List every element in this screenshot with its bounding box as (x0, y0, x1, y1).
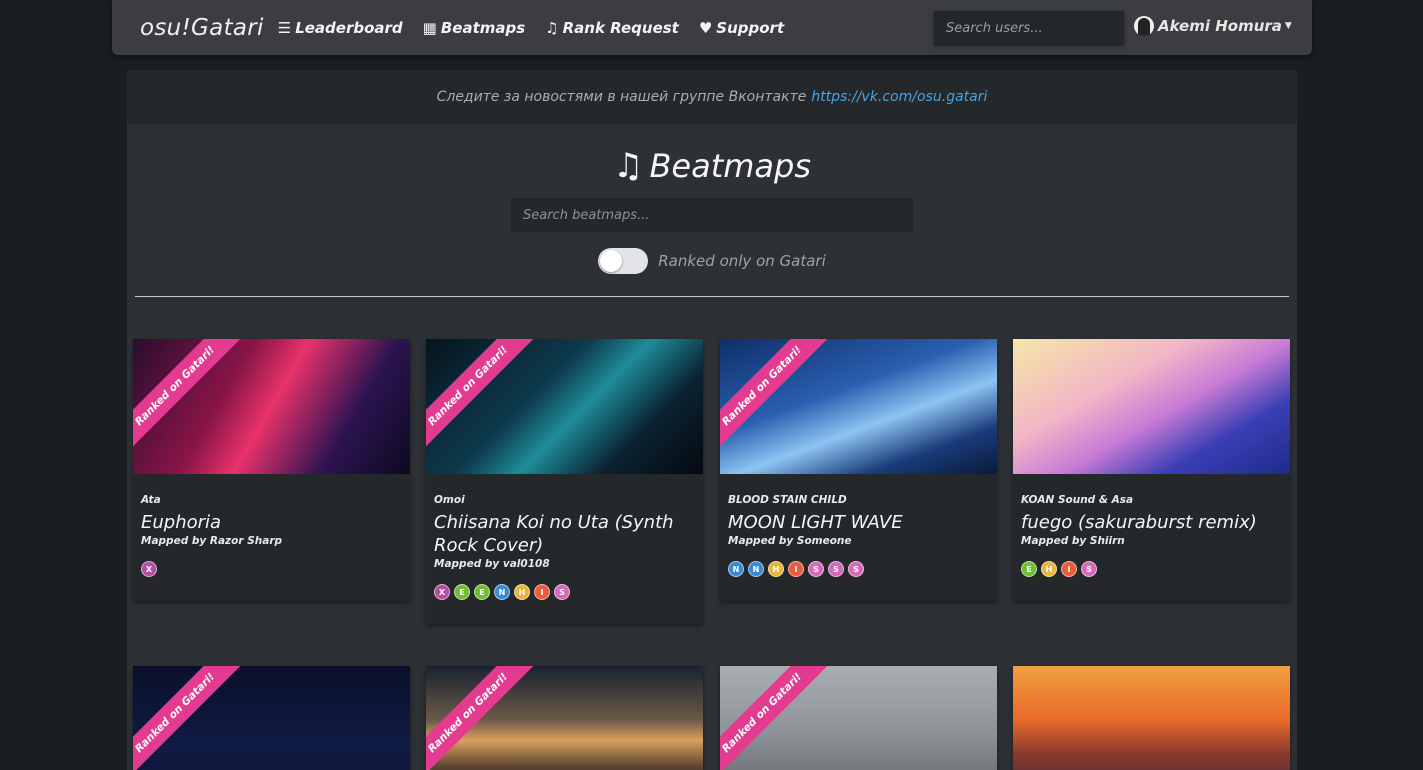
user-menu[interactable]: Akemi Homura ▼ (1134, 16, 1292, 36)
beatmap-search-input[interactable] (511, 198, 913, 232)
difficulty-icon[interactable]: I (534, 584, 550, 600)
page-title: ♫ Beatmaps (127, 146, 1297, 186)
beatmap-cover (1013, 666, 1290, 770)
ranked-ribbon: Ranked on Gatari! (133, 666, 241, 770)
difficulty-list: N N H I S S S (728, 561, 989, 577)
song-title: Euphoria (141, 512, 222, 533)
heart-icon: ♥ (698, 18, 713, 37)
nav-item-label: Rank Request (562, 18, 679, 37)
mapper: Mapped by val0108 (434, 558, 550, 570)
difficulty-list: X E E N H I S (434, 584, 695, 600)
beatmap-cover: Ranked on Gatari! (133, 666, 410, 770)
beatmap-cover (1013, 339, 1290, 474)
beatmap-cover: Ranked on Gatari! (426, 666, 703, 770)
nav-item-label: Leaderboard (295, 18, 403, 37)
difficulty-icon[interactable]: S (808, 561, 824, 577)
list-icon: ☰ (277, 18, 292, 37)
nav-item-label: Support (716, 18, 785, 37)
main-container: Следите за новостями в нашей группе Вкон… (127, 70, 1297, 770)
beatmap-card[interactable]: KOAN Sound & Asa fuego (sakuraburst remi… (1013, 339, 1290, 601)
toggle-knob (600, 250, 623, 272)
nav-menu: ☰ Leaderboard ▦ Beatmaps ♫ Rank Request … (278, 19, 804, 37)
difficulty-icon[interactable]: E (454, 584, 470, 600)
mapper: Mapped by Shiirn (1021, 535, 1125, 547)
song-title: MOON LIGHT WAVE (728, 512, 903, 533)
user-search-input[interactable] (934, 11, 1124, 45)
vk-link[interactable]: https://vk.com/osu.gatari (811, 89, 987, 105)
caret-down-icon: ▼ (1284, 21, 1292, 31)
nav-item-support[interactable]: ♥ Support (699, 19, 784, 37)
nav-item-beatmaps[interactable]: ▦ Beatmaps (423, 19, 526, 37)
beatmap-cover: Ranked on Gatari! (426, 339, 703, 474)
mapper: Mapped by Razor Sharp (141, 535, 283, 547)
difficulty-icon[interactable]: I (1061, 561, 1077, 577)
artist: KOAN Sound & Asa (1021, 494, 1134, 506)
difficulty-icon[interactable]: X (434, 584, 450, 600)
mapper: Mapped by Someone (728, 535, 852, 547)
beatmap-cover: Ranked on Gatari! (720, 339, 997, 474)
nav-item-label: Beatmaps (440, 18, 526, 37)
difficulty-icon[interactable]: H (514, 584, 530, 600)
ranked-filter: Ranked only on Gatari (127, 248, 1297, 274)
ranked-ribbon: Ranked on Gatari! (426, 339, 534, 452)
beatmap-cover: Ranked on Gatari! (720, 666, 997, 770)
beatmap-card[interactable]: Ranked on Gatari! (426, 666, 703, 770)
difficulty-icon[interactable]: N (748, 561, 764, 577)
beatmap-card[interactable]: Ranked on Gatari! Omoi Chiisana Koi no U… (426, 339, 703, 624)
difficulty-icon[interactable]: S (828, 561, 844, 577)
difficulty-list: X (141, 561, 402, 577)
difficulty-icon[interactable]: X (141, 561, 157, 577)
difficulty-list: E H I S (1021, 561, 1282, 577)
nav-item-rank-request[interactable]: ♫ Rank Request (545, 19, 679, 37)
difficulty-icon[interactable]: S (848, 561, 864, 577)
song-title: Chiisana Koi no Uta (Synth Rock Cover) (434, 512, 674, 556)
difficulty-icon[interactable]: S (1081, 561, 1097, 577)
song-title: fuego (sakuraburst remix) (1021, 512, 1257, 533)
artist: Omoi (434, 494, 465, 506)
brand-logo[interactable]: osu!Gatari (140, 15, 264, 41)
difficulty-icon[interactable]: I (788, 561, 804, 577)
ranked-ribbon: Ranked on Gatari! (720, 666, 828, 770)
ranked-ribbon: Ranked on Gatari! (133, 339, 241, 452)
top-navbar: osu!Gatari ☰ Leaderboard ▦ Beatmaps ♫ Ra… (112, 0, 1312, 55)
toggle-label: Ranked only on Gatari (658, 252, 826, 270)
beatmap-card[interactable]: Ranked on Gatari! BLOOD STAIN CHILD MOON… (720, 339, 997, 601)
nav-item-leaderboard[interactable]: ☰ Leaderboard (278, 19, 403, 37)
username: Akemi Homura (1158, 17, 1282, 35)
avatar (1134, 16, 1154, 36)
artist: BLOOD STAIN CHILD (728, 494, 847, 506)
divider (135, 296, 1289, 297)
difficulty-icon[interactable]: H (1041, 561, 1057, 577)
beatmap-cover: Ranked on Gatari! (133, 339, 410, 474)
grid-icon: ▦ (422, 18, 437, 37)
music-note-icon: ♫ (612, 146, 644, 186)
beatmap-card[interactable]: Ranked on Gatari! (720, 666, 997, 770)
beatmap-card[interactable]: Ranked on Gatari! (133, 666, 410, 770)
difficulty-icon[interactable]: N (494, 584, 510, 600)
ranked-ribbon: Ranked on Gatari! (720, 339, 828, 452)
difficulty-icon[interactable]: H (768, 561, 784, 577)
difficulty-icon[interactable]: E (1021, 561, 1037, 577)
news-notice: Следите за новостями в нашей группе Вкон… (127, 70, 1297, 124)
difficulty-icon[interactable]: E (474, 584, 490, 600)
ranked-only-toggle[interactable] (598, 248, 649, 274)
page-title-text: Beatmaps (649, 147, 812, 185)
ranked-ribbon: Ranked on Gatari! (426, 666, 534, 770)
artist: Ata (141, 494, 161, 506)
beatmap-card[interactable]: Ranked on Gatari! Ata Euphoria Mapped by… (133, 339, 410, 601)
notice-text: Следите за новостями в нашей группе Вкон… (436, 89, 807, 105)
difficulty-icon[interactable]: S (554, 584, 570, 600)
difficulty-icon[interactable]: N (728, 561, 744, 577)
music-note-icon: ♫ (545, 18, 559, 37)
beatmap-card[interactable] (1013, 666, 1290, 770)
